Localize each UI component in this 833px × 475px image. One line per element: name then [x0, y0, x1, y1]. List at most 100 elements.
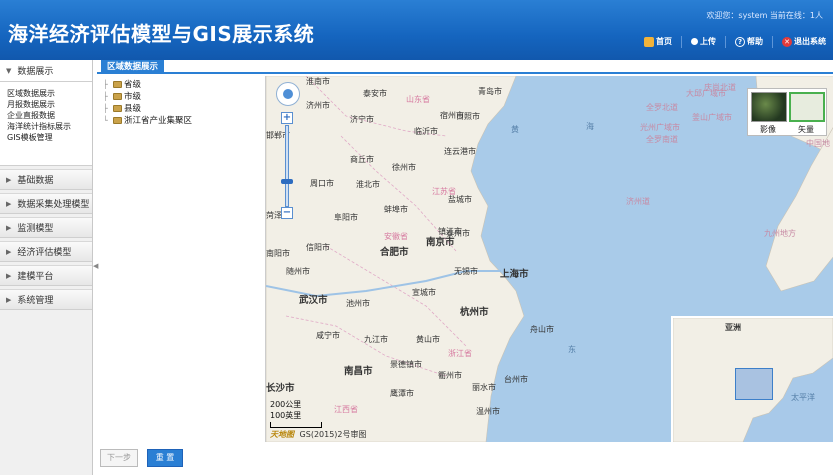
sidebar-item-gis-template[interactable]: GIS模板管理: [7, 132, 92, 143]
sidebar-section-monitor-model[interactable]: ▶ 监测模型: [0, 217, 92, 238]
zoom-slider-handle[interactable]: [281, 179, 293, 184]
layer-image-label: 影像: [760, 125, 776, 134]
overview-map[interactable]: 亚洲 太平洋: [671, 316, 833, 442]
map-label: 台州市: [504, 375, 528, 384]
zoom-in-button[interactable]: +: [281, 112, 293, 124]
section-label: 监测模型: [17, 224, 54, 234]
layer-vector-label: 矢量: [798, 125, 814, 134]
sidebar-section-econ-model[interactable]: ▶ 经济评估模型: [0, 241, 92, 262]
sea-label: 黄: [511, 125, 519, 134]
exit-button[interactable]: ✕ 退出系统: [779, 34, 829, 49]
tree-label: 市级: [124, 92, 142, 102]
map-label: 济州市: [306, 101, 330, 110]
home-button[interactable]: 首页: [641, 34, 675, 49]
chevron-right-icon: ▶: [6, 271, 12, 280]
nav-divider: [681, 35, 682, 48]
map-label: 阜阳市: [334, 213, 358, 222]
tree-line: ├: [103, 79, 108, 89]
sidebar-sub-list: 区域数据展示 月报数据展示 企业直报数据 海洋统计指标展示 GIS模板管理: [0, 82, 92, 166]
map-label: 周口市: [310, 179, 334, 188]
sidebar-item-enterprise-data[interactable]: 企业直报数据: [7, 110, 92, 121]
map-label: 舟山市: [530, 325, 554, 334]
map-scale: 200公里 100英里: [270, 399, 322, 428]
map-label: 丽水市: [472, 383, 496, 392]
nav-divider: [725, 35, 726, 48]
map-label: 合肥市: [380, 247, 409, 258]
sidebar-section-collection-model[interactable]: ▶ 数据采集处理模型: [0, 193, 92, 214]
map-label: 无锡市: [454, 267, 478, 276]
layer-switcher: 影像 矢量: [747, 88, 827, 136]
layer-vector-button[interactable]: [789, 92, 825, 122]
region-tree: ├ 省级 ├ 市级 ├ 县级 └ 浙江省产业集聚区: [103, 78, 263, 127]
map-label: 淮南市: [306, 77, 330, 86]
chevron-right-icon: ▶: [6, 199, 12, 208]
sidebar-item-region-data[interactable]: 区域数据展示: [7, 88, 92, 99]
sidebar-section-system-admin[interactable]: ▶ 系统管理: [0, 289, 92, 310]
map-label: 徐州市: [392, 163, 416, 172]
map-label: 杭州市: [460, 307, 489, 318]
help-button[interactable]: ? 帮助: [732, 34, 766, 49]
home-label: 首页: [656, 37, 672, 46]
tree-line: ├: [103, 103, 108, 113]
sidebar-section-modeling-platform[interactable]: ▶ 建模平台: [0, 265, 92, 286]
map-label: 浙江省: [448, 349, 472, 358]
section-label: 数据展示: [17, 67, 54, 77]
overview-viewport[interactable]: [735, 368, 773, 400]
map-label: 温州市: [476, 407, 500, 416]
layer-image-button[interactable]: [751, 92, 787, 122]
nav-divider: [772, 35, 773, 48]
map-label: 鹰潭市: [390, 389, 414, 398]
map-copyright: 天地图 GS(2015)2号审图: [270, 429, 367, 440]
folder-icon: [113, 104, 122, 112]
map-label: 南阳市: [266, 249, 290, 258]
tab-region-data[interactable]: 区域数据展示: [101, 60, 165, 74]
map-label: 连云港市: [444, 147, 476, 156]
map-label: 泰安市: [363, 89, 387, 98]
section-label: 系统管理: [17, 296, 54, 306]
sidebar-item-marine-stats[interactable]: 海洋统计指标展示: [7, 121, 92, 132]
copyright-text: GS(2015)2号审图: [299, 430, 367, 439]
japan-land: [765, 127, 833, 292]
sidebar-section-data-display[interactable]: ▼ 数据展示: [0, 60, 92, 82]
map-label: 济州道: [626, 197, 650, 206]
zoom-slider[interactable]: [285, 125, 289, 207]
pan-control[interactable]: [276, 82, 300, 106]
tree-item-province[interactable]: ├ 省级: [103, 78, 263, 91]
map-label: 淮北市: [356, 180, 380, 189]
map-label: 全罗北道: [646, 103, 678, 112]
sidebar-section-basic-data[interactable]: ▶ 基础数据: [0, 169, 92, 190]
tree-item-county[interactable]: ├ 县级: [103, 102, 263, 115]
chevron-right-icon: ▶: [6, 175, 12, 184]
map-label: 青岛市: [478, 87, 502, 96]
tree-item-city[interactable]: ├ 市级: [103, 90, 263, 103]
map-label: 盐城市: [448, 195, 472, 204]
folder-icon: [113, 92, 122, 100]
tree-item-industry-cluster[interactable]: └ 浙江省产业集聚区: [103, 114, 263, 127]
tree-label: 县级: [124, 104, 142, 114]
sidebar-item-monthly-data[interactable]: 月报数据展示: [7, 99, 92, 110]
sidebar-collapse-icon[interactable]: ◀: [93, 262, 98, 272]
map-label: 信阳市: [306, 243, 330, 252]
chevron-down-icon: ▼: [6, 66, 12, 75]
overview-ocean-label: 太平洋: [791, 393, 815, 402]
next-step-button[interactable]: 下一步: [100, 449, 138, 467]
map-label: 临沂市: [414, 127, 438, 136]
upload-label: 上传: [700, 37, 716, 46]
map-label: 武汉市: [299, 295, 328, 306]
map-label: 咸宁市: [316, 331, 340, 340]
map-label: 南京市: [426, 237, 455, 248]
reset-button[interactable]: 重 置: [147, 449, 183, 467]
map-label: 景德镇市: [390, 360, 422, 369]
map-label: 池州市: [346, 299, 370, 308]
chevron-right-icon: ▶: [6, 247, 12, 256]
zoom-out-button[interactable]: −: [281, 207, 293, 219]
map-label: 九江市: [364, 335, 388, 344]
map-label: 南昌市: [344, 366, 373, 377]
map-label: 江西省: [334, 405, 358, 414]
upload-button[interactable]: 上传: [688, 34, 719, 49]
map-canvas[interactable]: 泰安市 青岛市 山东省 淮南市 济州市 济宁市 日照市 临沂市 邯郸市 连云港市…: [265, 76, 833, 442]
top-nav: 首页 上传 ? 帮助 ✕ 退出系统: [641, 34, 829, 49]
map-label: 随州市: [286, 267, 310, 276]
upload-icon: [691, 38, 698, 45]
map-label: 釜山广域市: [692, 113, 732, 122]
